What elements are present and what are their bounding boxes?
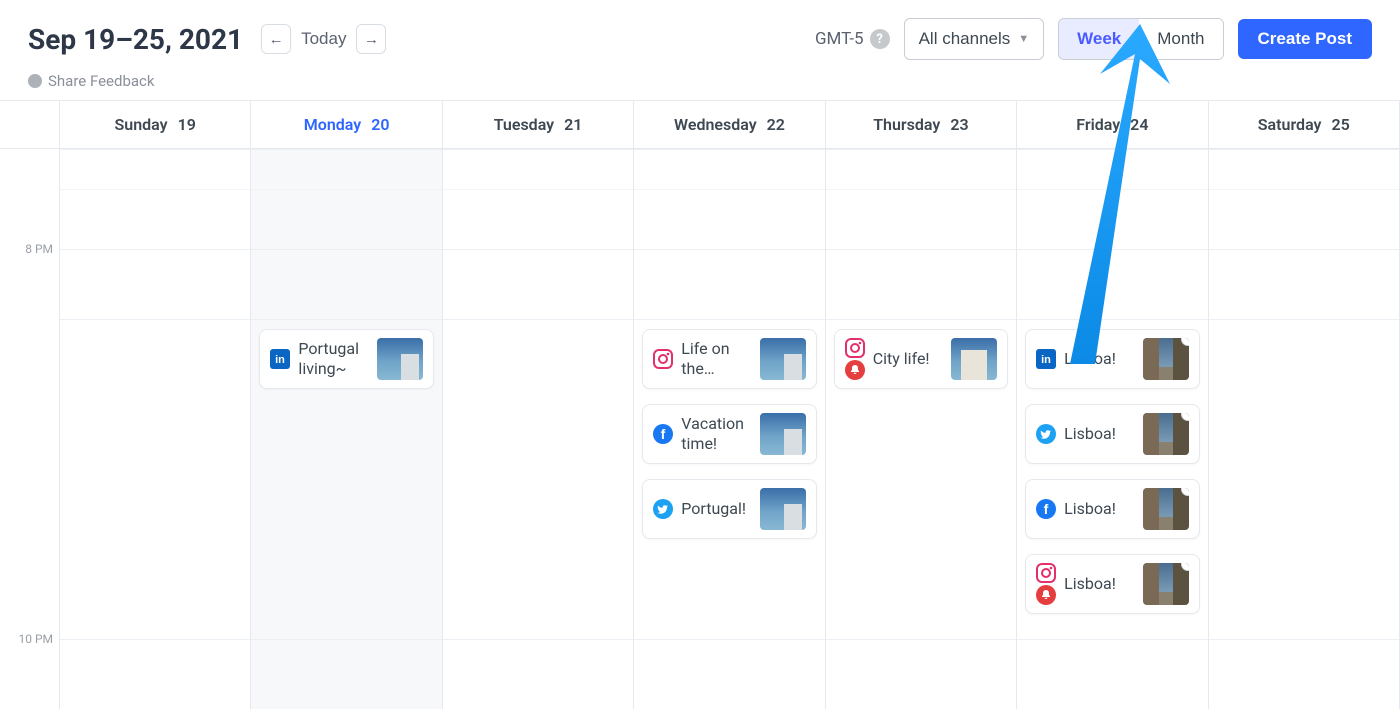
post-text: City life!: [873, 349, 943, 369]
today-button[interactable]: Today: [301, 29, 346, 49]
view-week-button[interactable]: Week: [1059, 19, 1139, 59]
bell-icon: [1036, 585, 1056, 605]
post-card[interactable]: Portugal!: [642, 479, 816, 539]
post-thumbnail: [760, 413, 806, 455]
post-text: Lisboa!: [1064, 349, 1134, 369]
post-thumbnail: [1143, 413, 1189, 455]
post-card[interactable]: City life!: [834, 329, 1008, 389]
post-text: Lisboa!: [1064, 424, 1134, 444]
post-thumbnail: [1143, 488, 1189, 530]
date-range-title: Sep 19–25, 2021: [28, 23, 243, 56]
day-col-monday[interactable]: Portugal living~: [251, 149, 442, 709]
help-icon[interactable]: ?: [870, 29, 890, 49]
post-thumbnail: [760, 338, 806, 380]
channels-dropdown[interactable]: All channels ▼: [904, 18, 1045, 60]
bell-icon: [845, 360, 865, 380]
day-header-saturday[interactable]: Saturday25: [1209, 101, 1400, 149]
day-header-sunday[interactable]: Sunday19: [60, 101, 251, 149]
post-card[interactable]: Life on the…: [642, 329, 816, 389]
view-month-button[interactable]: Month: [1139, 19, 1222, 59]
post-text: Portugal living~: [298, 339, 368, 379]
post-card[interactable]: Lisboa!: [1025, 404, 1199, 464]
facebook-icon: [1036, 499, 1056, 519]
timezone-label: GMT-5 ?: [815, 29, 890, 49]
post-text: Lisboa!: [1064, 499, 1134, 519]
day-col-sunday[interactable]: [60, 149, 251, 709]
share-feedback-link[interactable]: Share Feedback: [0, 68, 1400, 100]
instagram-icon: [653, 349, 673, 369]
twitter-icon: [653, 499, 673, 519]
post-text: Vacation time!: [681, 414, 751, 454]
day-header-monday[interactable]: Monday20: [251, 101, 442, 149]
day-col-wednesday[interactable]: Life on the… Vacation time! Portugal!: [634, 149, 825, 709]
calendar-grid: Sunday19 Monday20 Tuesday21 Wednesday22 …: [0, 100, 1400, 709]
day-header-friday[interactable]: Friday24: [1017, 101, 1208, 149]
day-col-tuesday[interactable]: [443, 149, 634, 709]
post-text: Lisboa!: [1064, 574, 1134, 594]
post-thumbnail: [1143, 563, 1189, 605]
post-thumbnail: [1143, 338, 1189, 380]
twitter-icon: [1036, 424, 1056, 444]
time-gutter: 8 PM 10 PM: [0, 149, 60, 709]
create-post-button[interactable]: Create Post: [1238, 19, 1372, 59]
comment-icon: [28, 74, 42, 88]
day-header-tuesday[interactable]: Tuesday21: [443, 101, 634, 149]
arrow-left-icon: ←: [269, 31, 284, 48]
next-week-button[interactable]: →: [356, 24, 386, 54]
post-thumbnail: [377, 338, 423, 380]
day-header-thursday[interactable]: Thursday23: [826, 101, 1017, 149]
post-text: Portugal!: [681, 499, 751, 519]
prev-week-button[interactable]: ←: [261, 24, 291, 54]
post-thumbnail: [760, 488, 806, 530]
day-col-friday[interactable]: Lisboa! Lisboa! Lisboa! Lisboa!: [1017, 149, 1208, 709]
post-card[interactable]: Lisboa!: [1025, 554, 1199, 614]
day-col-saturday[interactable]: [1209, 149, 1400, 709]
calendar-header: Sep 19–25, 2021 ← Today → GMT-5 ? All ch…: [0, 0, 1400, 68]
chevron-down-icon: ▼: [1018, 33, 1029, 45]
linkedin-icon: [270, 349, 290, 369]
day-header-wednesday[interactable]: Wednesday22: [634, 101, 825, 149]
time-label-8pm: 8 PM: [25, 242, 53, 256]
instagram-icon: [1036, 563, 1056, 583]
instagram-icon: [845, 338, 865, 358]
post-text: Life on the…: [681, 339, 751, 379]
post-card[interactable]: Vacation time!: [642, 404, 816, 464]
view-toggle: Week Month: [1058, 18, 1223, 60]
facebook-icon: [653, 424, 673, 444]
post-card[interactable]: Lisboa!: [1025, 329, 1199, 389]
post-card[interactable]: Portugal living~: [259, 329, 433, 389]
linkedin-icon: [1036, 349, 1056, 369]
time-label-10pm: 10 PM: [18, 632, 53, 646]
day-col-thursday[interactable]: City life!: [826, 149, 1017, 709]
post-thumbnail: [951, 338, 997, 380]
arrow-right-icon: →: [364, 31, 379, 48]
post-card[interactable]: Lisboa!: [1025, 479, 1199, 539]
